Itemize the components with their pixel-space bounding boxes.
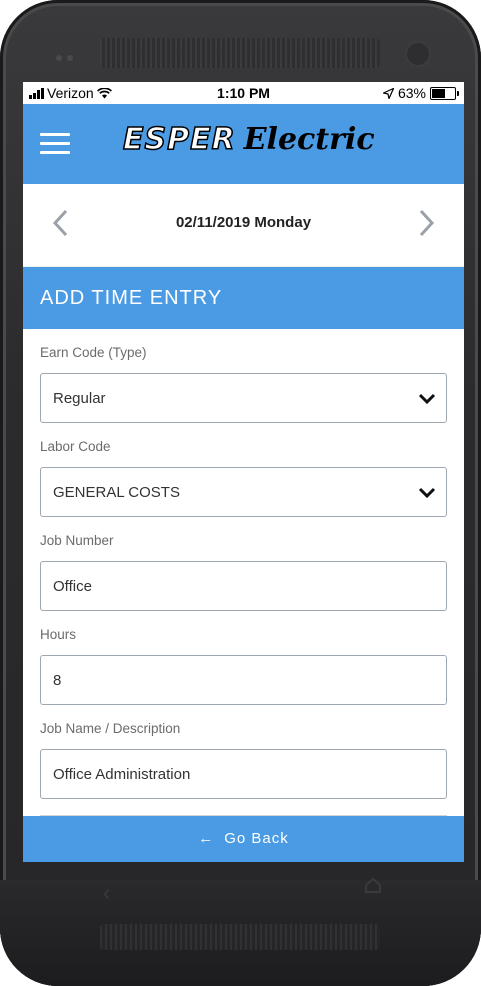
hardware-home-icon[interactable] [364, 876, 382, 894]
job-name-input[interactable]: Office Administration [40, 749, 447, 799]
logo-word-esper: ESPER [122, 121, 236, 158]
sensor-dots [56, 48, 80, 61]
job-number-label: Job Number [40, 533, 114, 548]
battery-percent: 63% [397, 85, 426, 101]
date-navigator: 02/11/2019 Monday [23, 184, 464, 267]
labor-code-value: GENERAL COSTS [53, 484, 180, 501]
job-number-value: Office [53, 578, 92, 595]
earn-code-select[interactable]: Regular [40, 373, 447, 423]
hamburger-menu-icon[interactable] [40, 133, 70, 155]
hardware-back-icon[interactable]: ‹ [103, 880, 110, 906]
app-header: ESPER Electric [23, 104, 464, 184]
earn-code-value: Regular [53, 390, 106, 407]
bottom-speaker [100, 924, 380, 950]
job-number-input[interactable]: Office [40, 561, 447, 611]
status-right: 63% [382, 85, 459, 101]
labor-code-select[interactable]: GENERAL COSTS [40, 467, 447, 517]
job-name-value: Office Administration [53, 766, 191, 783]
logo-word-electric: Electric [243, 122, 375, 157]
go-back-label: Go Back [224, 830, 289, 847]
labor-code-label: Labor Code [40, 439, 111, 454]
front-camera [404, 40, 432, 68]
chevron-down-icon [418, 393, 436, 405]
esper-electric-logo: ESPER Electric [122, 121, 375, 158]
status-bar: Verizon 1:10 PM 63% [23, 82, 464, 104]
job-name-label: Job Name / Description [40, 721, 181, 736]
earpiece-speaker [100, 38, 380, 68]
arrow-left-icon: ← [198, 830, 215, 847]
location-arrow-icon [382, 87, 394, 99]
chevron-right-icon[interactable] [416, 208, 436, 238]
go-back-button[interactable]: ← Go Back [23, 816, 464, 862]
hours-input[interactable]: 8 [40, 655, 447, 705]
current-date: 02/11/2019 Monday [175, 214, 312, 231]
phone-screen: Verizon 1:10 PM 63% ESPER Electric 02/11/… [23, 82, 464, 862]
time-entry-form: Earn Code (Type) Regular Labor Code GENE… [23, 345, 464, 816]
chevron-down-icon [418, 487, 436, 499]
hours-value: 8 [53, 672, 62, 689]
earn-code-label: Earn Code (Type) [40, 345, 147, 360]
hours-label: Hours [40, 627, 77, 642]
section-title: ADD TIME ENTRY [23, 267, 464, 329]
battery-icon [430, 86, 459, 100]
